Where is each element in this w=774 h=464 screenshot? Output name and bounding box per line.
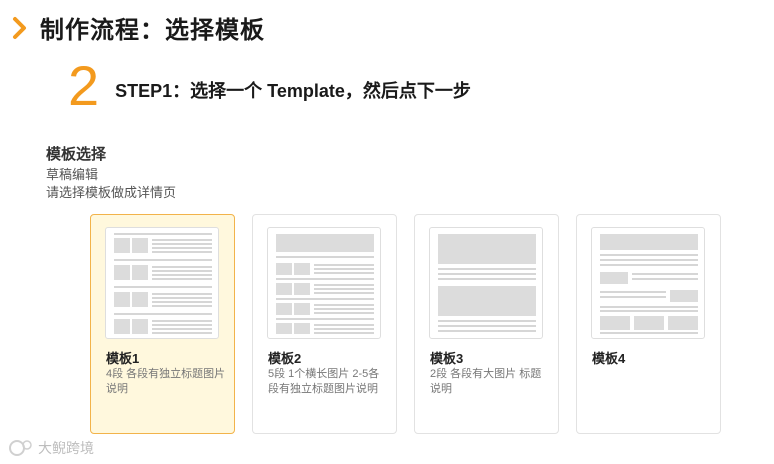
section-subtitle: 草稿编辑 请选择模板做成详情页: [46, 166, 176, 202]
template-4-name: 模板4: [592, 351, 626, 366]
template-3-thumbnail: [429, 227, 543, 339]
template-section: 模板选择 草稿编辑 请选择模板做成详情页: [46, 143, 176, 202]
page-title: 制作流程：选择模板: [40, 17, 265, 44]
section-title: 模板选择: [46, 146, 107, 163]
template-4-thumbnail: [591, 227, 705, 339]
step-indicator: 2 STEP1：选择一个 Template，然后点下一步: [68, 58, 471, 114]
step-number: 2: [68, 54, 100, 117]
template-card-1[interactable]: 模板1 4段 各段有独立标题图片说明: [90, 214, 235, 434]
watermark: 大鲵跨境: [8, 438, 94, 458]
page-header: 制作流程：选择模板: [10, 10, 265, 45]
template-2-name: 模板2: [268, 351, 302, 366]
template-1-thumbnail: [105, 227, 219, 339]
section-line-hint: 请选择模板做成详情页: [46, 185, 177, 200]
step-instruction: STEP1：选择一个 Template，然后点下一步: [115, 81, 471, 101]
template-card-3[interactable]: 模板3 2段 各段有大图片 标题说明: [414, 214, 559, 434]
template-2-description: 5段 1个横长图片 2-5各段有独立标题图片说明: [268, 368, 380, 395]
template-1-description: 4段 各段有独立标题图片说明: [106, 368, 226, 395]
template-3-name: 模板3: [430, 351, 464, 366]
chevron-right-icon: [13, 16, 26, 39]
template-2-thumbnail: [267, 227, 381, 339]
template-card-4[interactable]: 模板4: [576, 214, 721, 434]
template-card-2[interactable]: 模板2 5段 1个横长图片 2-5各段有独立标题图片说明: [252, 214, 397, 434]
logo-icon: [9, 440, 32, 456]
template-list: 模板1 4段 各段有独立标题图片说明 模板2 5段 1个横长图片 2-5各段有独…: [90, 214, 738, 434]
section-line-draft: 草稿编辑: [46, 167, 99, 182]
template-3-description: 2段 各段有大图片 标题说明: [430, 368, 542, 395]
template-1-name: 模板1: [106, 351, 140, 366]
watermark-text: 大鲵跨境: [38, 440, 94, 456]
